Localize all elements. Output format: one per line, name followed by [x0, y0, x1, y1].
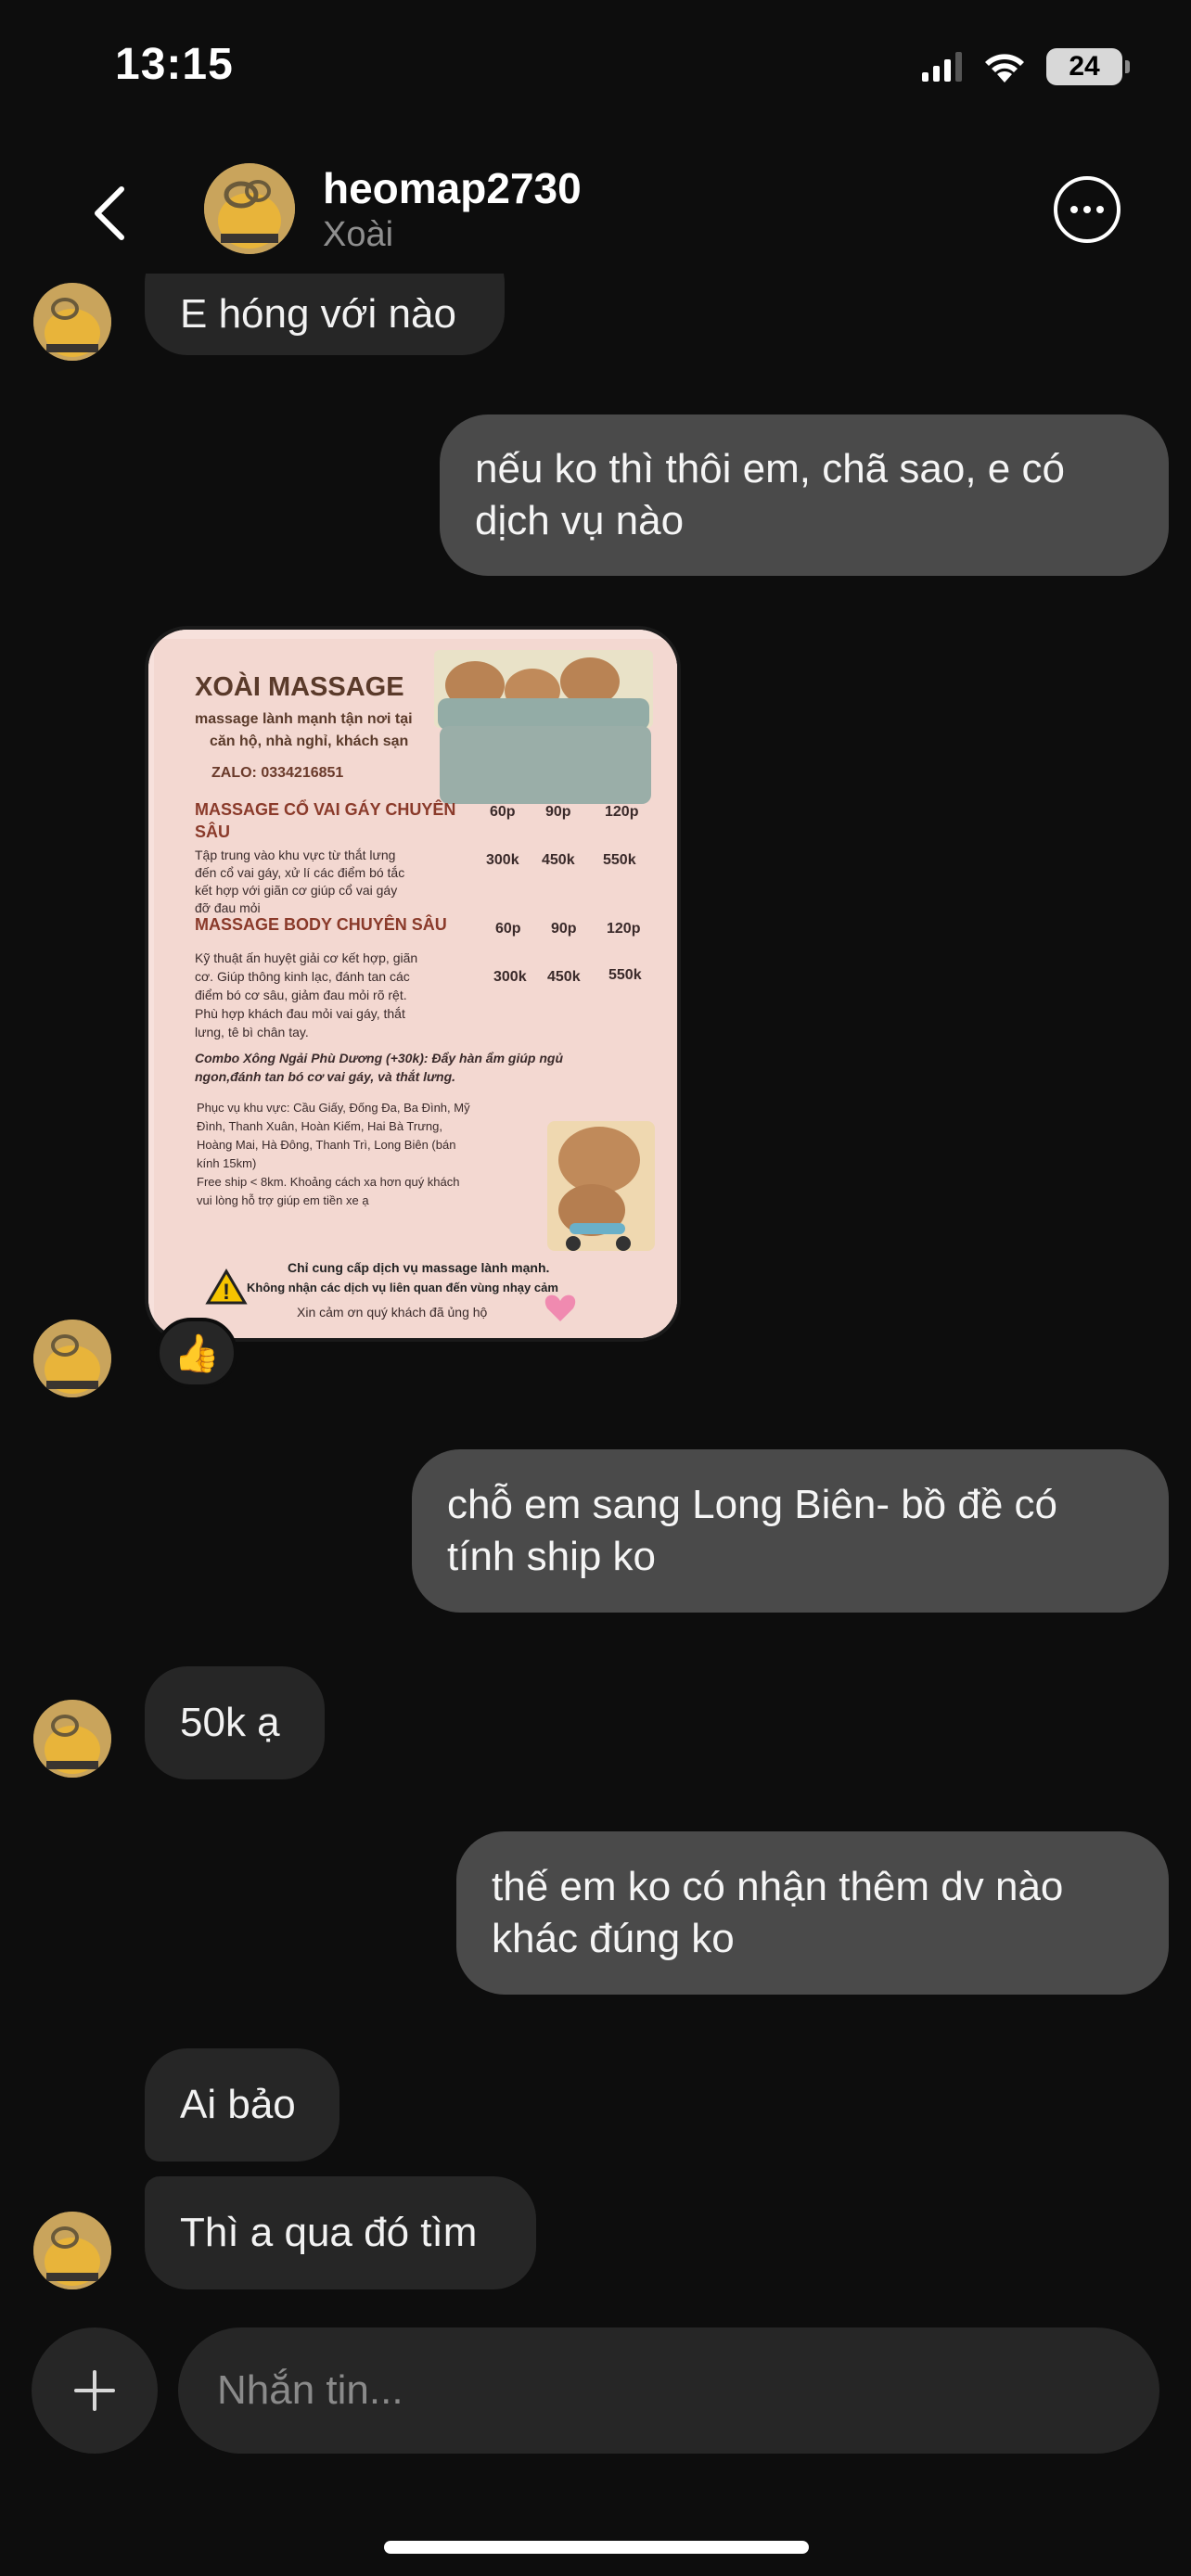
combo-line: ngon,đánh tan bó cơ vai gáy, và thắt lưn…	[195, 1069, 456, 1084]
message-bubble-outgoing[interactable]: thế em ko có nhận thêm dv nào khác đúng …	[456, 1831, 1169, 1995]
area-line: vui lòng hỗ trợ giúp em tiền xe ạ	[197, 1193, 369, 1207]
svg-text:!: !	[223, 1280, 230, 1305]
message-bubble-incoming[interactable]: E hóng với nào	[145, 274, 505, 355]
duration-label: 120p	[607, 921, 641, 937]
flyer-title: XOÀI MASSAGE	[195, 672, 404, 702]
message-text: chỗ em sang Long Biên- bồ đề có tính shi…	[447, 1482, 1058, 1579]
status-icons: 24	[922, 48, 1130, 85]
message-bubble-outgoing[interactable]: chỗ em sang Long Biên- bồ đề có tính shi…	[412, 1449, 1169, 1613]
area-line: Phục vụ khu vực: Cầu Giấy, Đống Đa, Ba Đ…	[197, 1101, 470, 1115]
contact-subtitle: Xoài	[323, 215, 394, 254]
message-text: E hóng với nào	[180, 291, 456, 337]
combo-text: Combo Xông Ngải Phù Dương (+30k): Đẩy hà…	[195, 1049, 659, 1086]
message-text: Ai bảo	[180, 2082, 296, 2127]
area-line: Free ship < 8km. Khoảng cách xa hơn quý …	[197, 1175, 460, 1189]
service-description-line: Phù hợp khách đau mỏi vai gáy, thắt	[195, 1006, 405, 1021]
message-text: 50k ạ	[180, 1700, 280, 1745]
contact-avatar[interactable]	[204, 163, 295, 254]
service-description-line: kết hợp với giãn cơ giúp cổ vai gáy	[195, 883, 398, 898]
sender-avatar[interactable]	[33, 1320, 111, 1397]
message-text: nếu ko thì thôi em, chã sao, e có dịch v…	[475, 446, 1065, 543]
duration-label: 90p	[551, 921, 577, 937]
wifi-icon	[985, 54, 1024, 83]
service-description-line: cơ. Giúp thông kinh lạc, đánh tan các	[195, 969, 410, 984]
sender-avatar[interactable]	[33, 2212, 111, 2289]
price-label: 300k	[486, 852, 519, 868]
area-line: kính 15km)	[197, 1156, 257, 1170]
price-label: 300k	[493, 969, 527, 985]
duration-label: 60p	[495, 921, 521, 937]
status-bar: 13:15 24	[0, 0, 1191, 139]
flyer-tagline: massage lành mạnh tận nơi tại	[195, 711, 413, 727]
duration-label: 120p	[605, 804, 639, 820]
home-indicator[interactable]	[384, 2541, 809, 2554]
add-attachment-button[interactable]	[32, 2327, 158, 2454]
service-area: Phục vụ khu vực: Cầu Giấy, Đống Đa, Ba Đ…	[197, 1099, 553, 1210]
service-description: Tập trung vào khu vực từ thắt lưng đến c…	[195, 847, 473, 917]
flyer-notice: Chỉ cung cấp dịch vụ massage lành mạnh.	[288, 1260, 550, 1275]
message-bubble-incoming[interactable]: Ai bảo	[145, 2048, 339, 2162]
service-description: Kỹ thuật ấn huyệt giải cơ kết hợp, giãn …	[195, 949, 482, 1041]
combo-line: Combo Xông Ngải Phù Dương (+30k): Đẩy hà…	[195, 1051, 564, 1065]
price-label: 550k	[603, 852, 636, 868]
chat-header: heomap2730 Xoài	[0, 148, 1191, 274]
price-label: 450k	[547, 969, 581, 985]
contact-name[interactable]: heomap2730	[323, 163, 582, 213]
battery-icon: 24	[1046, 48, 1130, 85]
plus-icon	[74, 2370, 115, 2411]
status-time: 13:15	[115, 40, 234, 89]
thumbs-up-reaction[interactable]: 👍	[156, 1318, 237, 1388]
service-description-line: lưng, tê bì chân tay.	[195, 1025, 309, 1039]
area-line: Hoàng Mai, Hà Đông, Thanh Trì, Long Biên…	[197, 1138, 456, 1152]
flyer-zalo: ZALO: 0334216851	[211, 765, 344, 781]
reaction-emoji: 👍	[173, 1333, 220, 1374]
back-arrow-icon	[95, 186, 124, 240]
message-bubble-incoming[interactable]: 50k ạ	[145, 1666, 325, 1779]
price-label: 550k	[608, 967, 642, 983]
message-list[interactable]: E hóng với nào nếu ko thì thôi em, chã s…	[0, 274, 1191, 2314]
flyer-notice: Không nhận các dịch vụ liên quan đến vùn…	[247, 1281, 558, 1294]
flyer-thanks: Xin cảm ơn quý khách đã ủng hộ	[297, 1305, 488, 1320]
service-description-line: Kỹ thuật ấn huyệt giải cơ kết hợp, giãn	[195, 950, 418, 965]
service-heading: SÂU	[195, 823, 231, 841]
flyer-tagline: căn hộ, nhà nghỉ, khách sạn	[210, 733, 409, 749]
sender-avatar[interactable]	[33, 1700, 111, 1778]
battery-level: 24	[1069, 51, 1100, 82]
more-options-icon[interactable]	[1054, 176, 1121, 243]
service-heading: MASSAGE BODY CHUYÊN SÂU	[195, 915, 447, 934]
message-bubble-incoming[interactable]: Thì a qua đó tìm	[145, 2176, 536, 2289]
service-description-line: điểm bó cơ sâu, giảm đau mỏi rõ rệt.	[195, 988, 407, 1002]
signal-icon	[922, 52, 962, 82]
duration-label: 90p	[545, 804, 571, 820]
message-text: thế em ko có nhận thêm dv nào khác đúng …	[492, 1864, 1064, 1961]
back-button[interactable]	[82, 176, 137, 250]
service-description-line: Tập trung vào khu vực từ thắt lưng	[195, 848, 396, 862]
message-composer	[0, 2327, 1191, 2457]
message-bubble-outgoing[interactable]: nếu ko thì thôi em, chã sao, e có dịch v…	[440, 414, 1169, 576]
flyer-image-message[interactable]: ! XOÀI MASSAGE massage lành mạnh tận nơi…	[145, 626, 681, 1342]
sender-avatar[interactable]	[33, 283, 111, 361]
service-heading: MASSAGE CỔ VAI GÁY CHUYÊN	[195, 800, 456, 819]
price-label: 450k	[542, 852, 575, 868]
message-input[interactable]	[178, 2327, 1159, 2454]
duration-label: 60p	[490, 804, 516, 820]
service-description-line: đến cổ vai gáy, xử lí các điểm bó tắc	[195, 865, 405, 880]
area-line: Đình, Thanh Xuân, Hoàn Kiếm, Hai Bà Trưn…	[197, 1119, 442, 1133]
message-text: Thì a qua đó tìm	[180, 2210, 478, 2255]
